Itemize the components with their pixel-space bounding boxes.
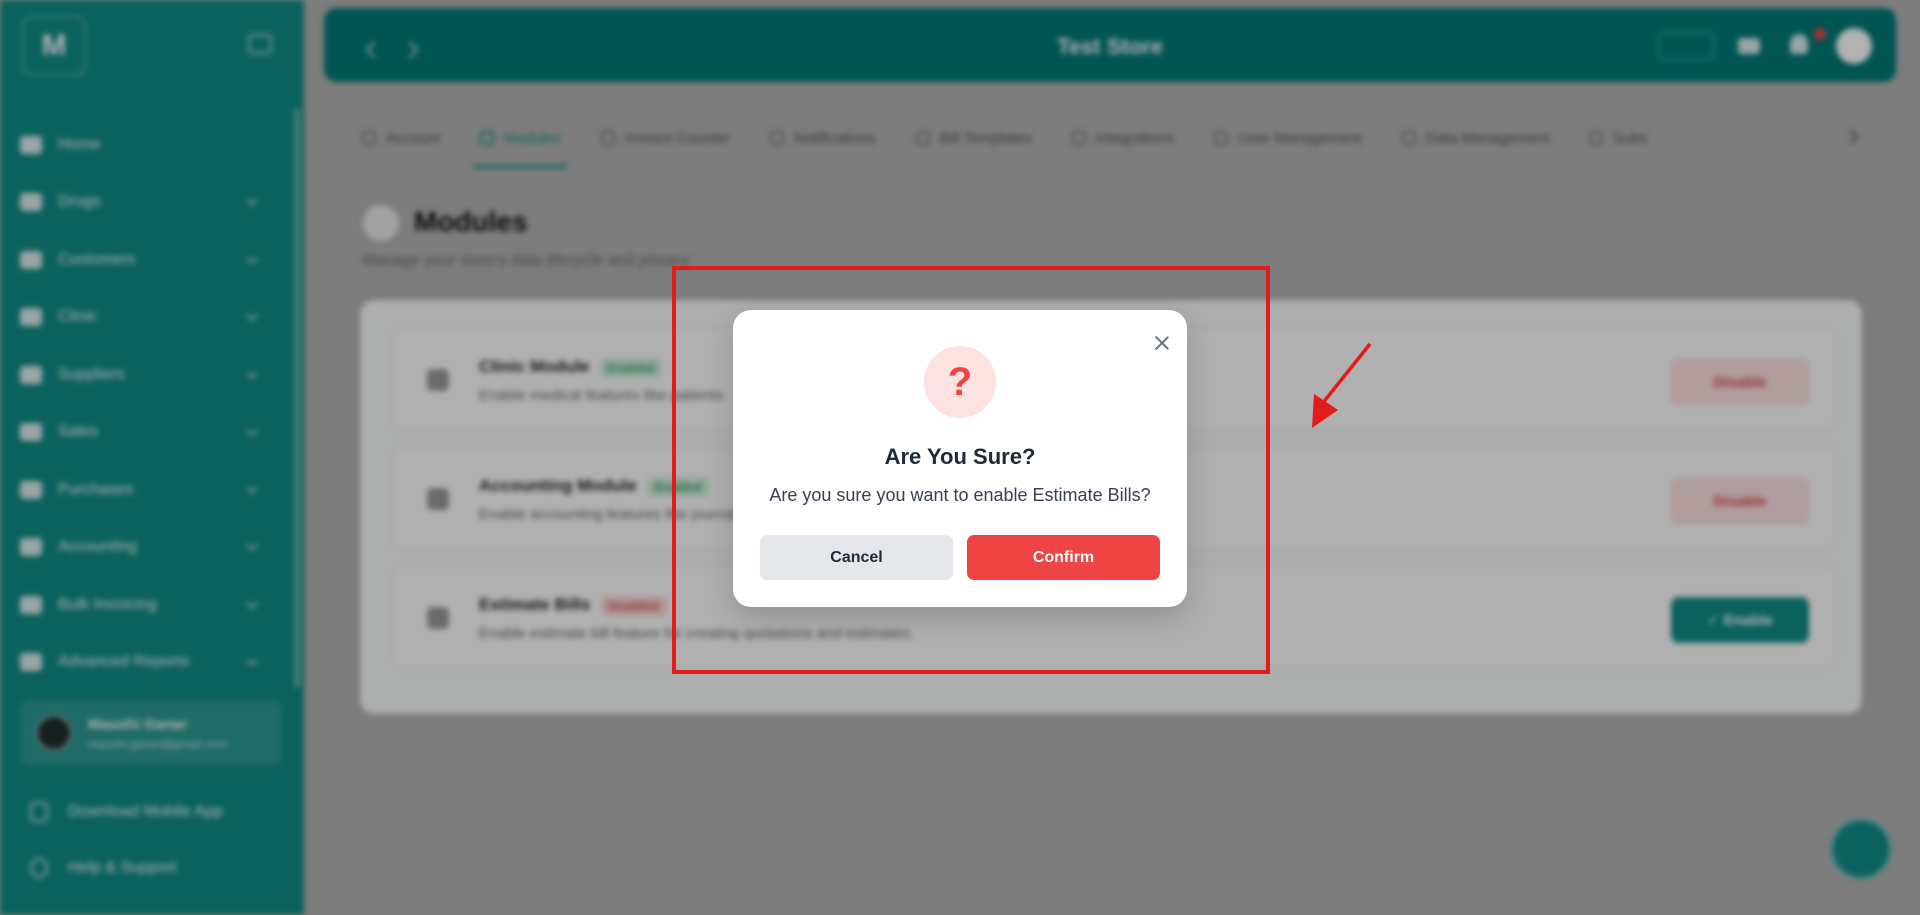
confirm-dialog: ? Are You Sure? Are you sure you want to… [733, 310, 1187, 607]
annotation-arrow-icon [1312, 342, 1372, 428]
dialog-title: Are You Sure? [884, 444, 1036, 469]
cancel-button[interactable]: Cancel [760, 535, 953, 580]
dialog-message: Are you sure you want to enable Estimate… [769, 485, 1151, 505]
question-icon: ? [924, 346, 996, 418]
close-icon[interactable] [1151, 332, 1173, 354]
confirm-button[interactable]: Confirm [967, 535, 1160, 580]
